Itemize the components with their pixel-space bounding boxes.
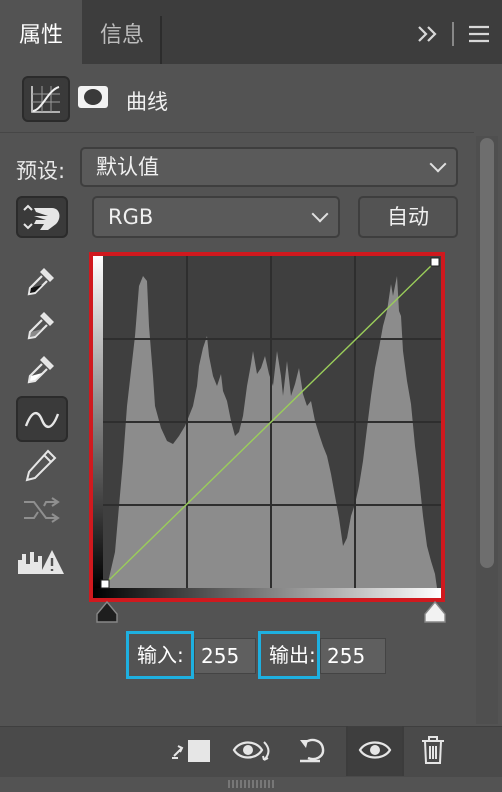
output-value-field[interactable]: 255 bbox=[320, 638, 386, 674]
clipping-warning-icon[interactable] bbox=[16, 544, 66, 578]
smooth-curve-icon[interactable] bbox=[20, 492, 62, 528]
preset-label: 预设: bbox=[16, 159, 66, 183]
on-image-adjust-icon[interactable] bbox=[16, 196, 68, 238]
resize-grip[interactable] bbox=[228, 780, 274, 788]
view-previous-state-icon[interactable] bbox=[232, 734, 272, 770]
scrollbar-thumb[interactable] bbox=[480, 138, 494, 568]
tab-controls-divider bbox=[452, 22, 454, 46]
scrollbar-track[interactable] bbox=[476, 136, 498, 724]
curve-point-black bbox=[100, 579, 110, 589]
black-point-slider[interactable] bbox=[94, 600, 120, 628]
clip-to-layer-icon[interactable] bbox=[170, 736, 212, 770]
adjustment-title: 曲线 bbox=[126, 90, 168, 114]
output-label: 输出: bbox=[258, 631, 320, 679]
white-point-eyedropper-icon[interactable] bbox=[22, 350, 60, 388]
preset-value: 默认值 bbox=[96, 155, 159, 179]
header-divider bbox=[0, 132, 474, 133]
channel-select[interactable]: RGB bbox=[92, 196, 340, 238]
trash-icon[interactable] bbox=[418, 734, 448, 770]
chevron-down-icon bbox=[311, 205, 329, 223]
curve-point-white bbox=[430, 257, 440, 267]
layer-mask-icon[interactable] bbox=[78, 86, 108, 108]
bottom-divider bbox=[402, 726, 404, 776]
tab-properties[interactable]: 属性 bbox=[0, 0, 82, 64]
tab-info[interactable]: 信息 bbox=[83, 0, 161, 64]
channel-value: RGB bbox=[108, 205, 154, 229]
tab-divider bbox=[160, 16, 162, 64]
auto-button[interactable]: 自动 bbox=[358, 196, 458, 238]
collapse-panel-icon[interactable] bbox=[416, 22, 442, 51]
pencil-draw-icon[interactable] bbox=[22, 446, 60, 484]
input-label: 输入: bbox=[126, 631, 194, 679]
input-value-field[interactable]: 255 bbox=[194, 638, 256, 674]
curves-adjustment-icon[interactable] bbox=[22, 76, 70, 122]
visibility-eye-icon[interactable] bbox=[358, 736, 392, 768]
preset-select[interactable]: 默认值 bbox=[80, 147, 458, 187]
input-gradient-strip bbox=[93, 588, 441, 598]
curves-graph[interactable] bbox=[89, 252, 445, 602]
gray-point-eyedropper-icon[interactable] bbox=[22, 306, 60, 344]
chevron-down-icon bbox=[429, 155, 447, 173]
white-point-slider[interactable] bbox=[422, 600, 448, 628]
mask-circle bbox=[84, 89, 102, 105]
output-gradient-strip bbox=[93, 256, 103, 588]
curve-points-icon[interactable] bbox=[16, 396, 68, 442]
panel-menu-icon[interactable] bbox=[468, 24, 490, 48]
reset-icon[interactable] bbox=[296, 734, 328, 770]
black-point-eyedropper-icon[interactable] bbox=[22, 262, 60, 300]
